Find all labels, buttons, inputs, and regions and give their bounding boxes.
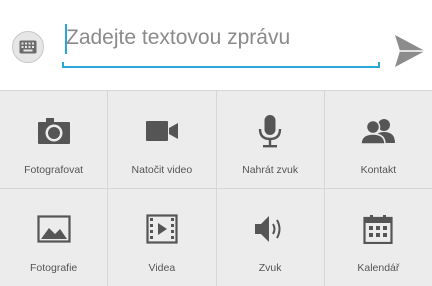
video-camera-icon: [142, 113, 182, 149]
attach-label: Fotografovat: [24, 164, 84, 176]
picture-icon: [34, 211, 74, 247]
keyboard-icon: [19, 40, 37, 54]
video-file-icon: [142, 211, 182, 247]
microphone-icon: [250, 113, 290, 149]
camera-icon: [34, 113, 74, 149]
attach-label: Fotografie: [29, 262, 78, 274]
attach-take-photo-button[interactable]: Fotografovat: [0, 91, 108, 188]
message-input[interactable]: Zadejte textovou zprávu: [62, 22, 380, 68]
attach-audio-button[interactable]: Zvuk: [216, 189, 324, 286]
input-underline: [62, 62, 380, 68]
send-button[interactable]: [394, 34, 426, 68]
keyboard-toggle-button[interactable]: [12, 31, 44, 63]
attach-label: Kalendář: [357, 262, 400, 274]
attach-record-audio-button[interactable]: Nahrát zvuk: [216, 91, 324, 188]
attach-label: Zvuk: [258, 262, 282, 274]
calendar-icon: [358, 211, 398, 247]
attach-label: Kontakt: [360, 164, 397, 176]
message-composer: Zadejte textovou zprávu: [0, 0, 432, 90]
attach-calendar-button[interactable]: Kalendář: [324, 189, 432, 286]
attachment-grid: Fotografovat Natočit video Nahrát zvuk K…: [0, 90, 432, 286]
attach-videos-button[interactable]: Videa: [108, 189, 216, 286]
attach-pictures-button[interactable]: Fotografie: [0, 189, 108, 286]
attach-record-video-button[interactable]: Natočit video: [108, 91, 216, 188]
attach-label: Nahrát zvuk: [242, 164, 299, 176]
speaker-icon: [250, 211, 290, 247]
attach-contact-button[interactable]: Kontakt: [324, 91, 432, 188]
contact-icon: [358, 113, 398, 149]
attach-label: Videa: [148, 262, 176, 274]
message-input-placeholder: Zadejte textovou zprávu: [66, 26, 291, 49]
send-icon: [395, 35, 425, 67]
attach-label: Natočit video: [131, 164, 193, 176]
